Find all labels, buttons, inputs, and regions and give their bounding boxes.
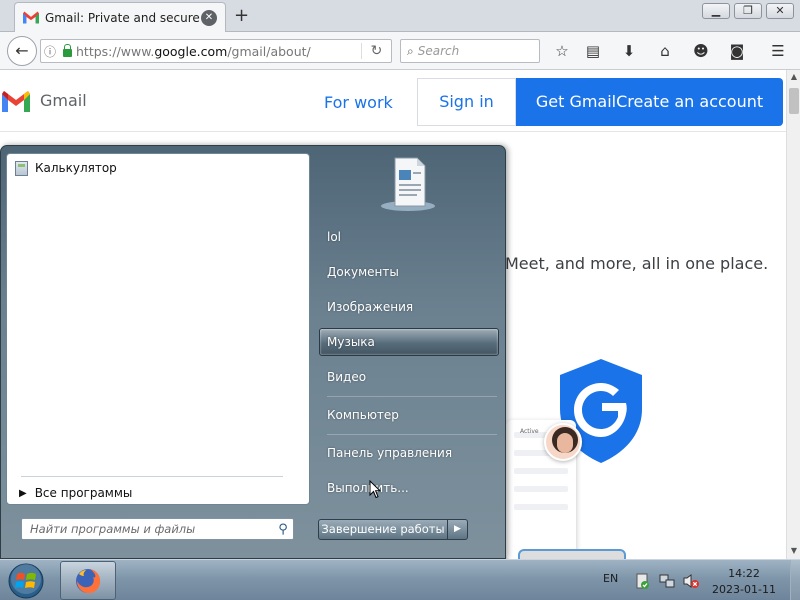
gmail-header: Gmail For work Sign in Get GmailCreate a… <box>0 70 786 132</box>
tab-title: Gmail: Private and secure e... <box>45 10 201 25</box>
search-bar[interactable]: ⌕ Search <box>400 39 540 63</box>
volume-muted-icon[interactable] <box>682 572 700 590</box>
active-status: Active <box>520 428 539 435</box>
divider <box>21 476 283 477</box>
start-item-lol[interactable]: lol <box>319 223 499 251</box>
reading-list-icon[interactable]: ▤ <box>582 40 604 62</box>
lock-icon <box>63 44 72 57</box>
tab-strip: Gmail: Private and secure e... ✕ + ▁ ❐ ✕ <box>0 0 800 32</box>
divider <box>327 396 497 397</box>
all-programs-button[interactable]: ▶ Все программы <box>19 486 132 500</box>
start-item-documents[interactable]: Документы <box>319 258 499 286</box>
desktop: Gmail: Private and secure e... ✕ + ▁ ❐ ✕… <box>0 0 800 600</box>
program-item-calculator[interactable]: Калькулятор <box>15 158 117 178</box>
smiley-icon[interactable]: ☻ <box>690 40 712 62</box>
taskbar: EN 14:22 2023-01-11 <box>0 559 800 600</box>
start-item-music[interactable]: Музыка <box>319 328 499 356</box>
reload-icon[interactable]: ↻ <box>361 43 391 59</box>
url-bar[interactable]: ⓘ https://www.google.com/gmail/about/ ↻ <box>40 39 392 63</box>
clock-time: 14:22 <box>728 567 760 580</box>
url-text[interactable]: https://www.google.com/gmail/about/ <box>76 44 361 59</box>
search-icon[interactable]: ⚲ <box>273 522 293 537</box>
documents-picture-icon <box>381 157 435 211</box>
create-account-button[interactable]: Get GmailCreate an account <box>516 78 783 126</box>
close-button[interactable]: ✕ <box>766 3 794 19</box>
system-clock[interactable]: 14:22 2023-01-11 <box>704 566 784 598</box>
scroll-down-icon[interactable]: ▼ <box>787 546 800 555</box>
show-desktop-button[interactable] <box>790 560 800 600</box>
network-icon[interactable] <box>658 572 676 590</box>
program-label: Калькулятор <box>35 161 117 175</box>
bookmark-star-icon[interactable]: ☆ <box>551 40 573 62</box>
for-work-link[interactable]: For work <box>324 93 393 112</box>
divider <box>327 434 497 435</box>
action-center-icon[interactable] <box>633 572 651 590</box>
firefox-icon <box>76 569 101 594</box>
info-icon[interactable]: ⓘ <box>41 43 59 60</box>
search-placeholder: Найти программы и файлы <box>30 522 196 536</box>
start-menu: Калькулятор ▶ Все программы Найти програ… <box>0 145 506 559</box>
pocket-icon[interactable]: ◙ <box>726 40 748 62</box>
back-button[interactable]: ← <box>7 36 37 66</box>
navigation-bar: ← ⓘ https://www.google.com/gmail/about/ … <box>0 32 800 70</box>
maximize-button[interactable]: ❐ <box>734 3 762 19</box>
programs-pane: Калькулятор ▶ Все программы <box>6 153 310 505</box>
start-item-computer[interactable]: Компьютер <box>319 401 499 429</box>
calculator-icon <box>15 160 28 176</box>
download-icon[interactable]: ⬇ <box>618 40 640 62</box>
mouse-cursor-icon <box>369 480 381 499</box>
search-placeholder: Search <box>417 44 460 58</box>
windows-start-orb-icon[interactable] <box>6 561 46 600</box>
taskbar-firefox-button[interactable] <box>60 561 116 600</box>
start-item-run[interactable]: Выполнить... <box>319 474 499 502</box>
hero-tagline: Meet, and more, all in one place. <box>505 254 769 273</box>
page-scrollbar[interactable]: ▲ ▼ <box>786 70 800 560</box>
search-icon: ⌕ <box>407 43 414 58</box>
tab-close-icon[interactable]: ✕ <box>201 9 217 26</box>
gmail-logo-icon[interactable] <box>1 90 31 112</box>
scrollbar-thumb[interactable] <box>789 88 799 114</box>
plus-icon[interactable]: + <box>234 6 249 26</box>
start-item-control-panel[interactable]: Панель управления <box>319 439 499 467</box>
menu-icon[interactable]: ☰ <box>767 40 789 62</box>
triangle-right-icon: ▶ <box>19 487 27 499</box>
gmail-favicon-icon <box>23 11 39 24</box>
language-indicator[interactable]: EN <box>603 572 618 585</box>
clock-date: 2023-01-11 <box>712 583 776 596</box>
avatar <box>544 423 582 461</box>
start-search-input[interactable]: Найти программы и файлы ⚲ <box>21 518 294 540</box>
scroll-up-icon[interactable]: ▲ <box>787 72 800 81</box>
shutdown-options-icon[interactable]: ▶ <box>448 519 468 540</box>
start-item-videos[interactable]: Видео <box>319 363 499 391</box>
start-item-pictures[interactable]: Изображения <box>319 293 499 321</box>
shutdown-button[interactable]: Завершение работы <box>318 519 448 540</box>
all-programs-label: Все программы <box>34 486 133 500</box>
minimize-button[interactable]: ▁ <box>702 3 730 19</box>
gmail-wordmark: Gmail <box>40 91 87 110</box>
tab-gmail[interactable]: Gmail: Private and secure e... ✕ <box>14 2 226 32</box>
home-icon[interactable]: ⌂ <box>654 40 676 62</box>
sign-in-button[interactable]: Sign in <box>417 78 516 126</box>
